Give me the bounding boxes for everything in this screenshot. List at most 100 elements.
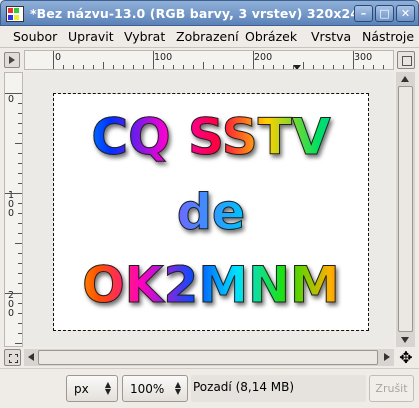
ruler-tick xyxy=(193,65,194,69)
navigate-icon[interactable] xyxy=(397,51,415,69)
canvas-area[interactable]: CQ SSTV de OK2MNM xyxy=(24,72,394,347)
ruler-tick xyxy=(18,123,22,124)
combo-arrows-icon: ▲ ▼ xyxy=(104,380,111,396)
ruler-tick xyxy=(18,253,22,254)
canvas-text-line: CQ SSTV xyxy=(54,112,368,163)
ruler-tick xyxy=(273,65,274,69)
ruler-tick xyxy=(263,65,264,69)
ruler-tick xyxy=(293,65,294,69)
ruler-tick xyxy=(153,51,154,69)
ruler-label: 100 xyxy=(7,190,15,219)
ruler-tick xyxy=(15,143,22,144)
ruler-tick xyxy=(383,65,384,69)
menu-upravit[interactable]: Upravit xyxy=(68,29,114,44)
ruler-tick xyxy=(223,65,224,69)
menu-nastroje[interactable]: Nástroje xyxy=(362,29,414,44)
vertical-scroll-thumb[interactable] xyxy=(398,86,413,332)
ruler-tick xyxy=(18,283,22,284)
ruler-tick xyxy=(18,163,22,164)
ruler-label: 0 xyxy=(55,52,62,63)
ruler-tick xyxy=(18,183,22,184)
scroll-up-icon[interactable] xyxy=(401,76,409,82)
ruler-tick xyxy=(18,173,22,174)
menu-vybrat[interactable]: Vybrat xyxy=(124,29,165,44)
ruler-tick xyxy=(18,263,22,264)
combo-arrows-icon: ▲ ▼ xyxy=(174,380,181,396)
ruler-tick xyxy=(18,203,22,204)
scroll-down-icon[interactable] xyxy=(401,337,409,343)
ruler-tick xyxy=(163,65,164,69)
status-bar: px ▲ ▼ 100% ▲ ▼ Pozadí (8,14 MB) Zrušit xyxy=(0,368,419,408)
ruler-tick xyxy=(18,153,22,154)
move-arrows-icon[interactable]: ✥ xyxy=(397,349,415,367)
quick-mask-icon[interactable] xyxy=(4,349,21,366)
unit-select[interactable]: px ▲ ▼ xyxy=(66,375,118,402)
ruler-tick xyxy=(83,65,84,69)
ruler-tick xyxy=(103,62,104,69)
ruler-label: 200 xyxy=(254,52,273,63)
ruler-tick xyxy=(173,65,174,69)
menu-arrow-icon[interactable] xyxy=(4,52,20,68)
ruler-tick xyxy=(18,273,22,274)
title-bar[interactable]: *Bez názvu-13.0 (RGB barvy, 3 vrstev) 32… xyxy=(0,0,419,26)
ruler-tick xyxy=(143,65,144,69)
ruler-tick xyxy=(373,65,374,69)
scroll-right-icon[interactable] xyxy=(384,353,390,361)
minimize-button[interactable]: – xyxy=(354,5,373,22)
ruler-tick xyxy=(5,93,22,94)
image-canvas[interactable]: CQ SSTV de OK2MNM xyxy=(53,93,369,331)
window-title: *Bez názvu-13.0 (RGB barvy, 3 vrstev) 32… xyxy=(30,6,368,21)
menu-vrstva[interactable]: Vrstva xyxy=(311,29,351,44)
zoom-select[interactable]: 100% ▲ ▼ xyxy=(122,375,188,402)
ruler-tick xyxy=(53,51,54,69)
ruler-tick xyxy=(63,65,64,69)
ruler-tick xyxy=(93,65,94,69)
ruler-tick xyxy=(15,343,22,344)
ruler-tick xyxy=(18,233,22,234)
menu-bar: Soubor Upravit Vybrat Zobrazení Obrázek … xyxy=(0,26,419,48)
ruler-tick xyxy=(15,243,22,244)
ruler-tick xyxy=(233,65,234,69)
ruler-tick xyxy=(283,65,284,69)
vertical-scrollbar[interactable] xyxy=(396,72,415,347)
ruler-tick xyxy=(18,133,22,134)
ruler-tick xyxy=(18,113,22,114)
layer-info: Pozadí (8,14 MB) xyxy=(193,380,295,394)
ruler-tick xyxy=(343,65,344,69)
canvas-text-line: OK2MNM xyxy=(54,260,368,311)
vertical-ruler[interactable]: 0 100 200 xyxy=(4,72,23,347)
close-button[interactable]: ✕ xyxy=(396,5,415,22)
ruler-tick xyxy=(18,313,22,314)
ruler-label: 200 xyxy=(7,290,15,319)
ruler-tick xyxy=(5,293,22,294)
ruler-tick xyxy=(113,65,114,69)
ruler-tick xyxy=(18,213,22,214)
ruler-label: 300 xyxy=(354,52,373,63)
horizontal-scroll-thumb[interactable] xyxy=(38,350,378,365)
gimp-image-icon xyxy=(6,6,24,22)
menu-obrazek[interactable]: Obrázek xyxy=(245,29,297,44)
ruler-tick xyxy=(18,323,22,324)
ruler-tick xyxy=(393,65,394,69)
menu-soubor[interactable]: Soubor xyxy=(13,29,57,44)
ruler-tick xyxy=(333,65,334,69)
horizontal-scrollbar[interactable] xyxy=(24,349,394,366)
ruler-tick xyxy=(303,62,304,69)
ruler-tick xyxy=(323,65,324,69)
ruler-tick xyxy=(123,65,124,69)
scroll-left-icon[interactable] xyxy=(28,353,34,361)
ruler-tick xyxy=(353,51,354,69)
ruler-tick xyxy=(18,333,22,334)
ruler-tick xyxy=(203,62,204,69)
menu-zobrazeni[interactable]: Zobrazení xyxy=(176,29,239,44)
ruler-tick xyxy=(243,65,244,69)
ruler-label: 0 xyxy=(7,94,15,105)
maximize-button[interactable]: □ xyxy=(375,5,394,22)
ruler-tick xyxy=(18,223,22,224)
cancel-button[interactable]: Zrušit xyxy=(369,375,414,402)
ruler-tick xyxy=(313,65,314,69)
ruler-tick xyxy=(73,65,74,69)
horizontal-ruler[interactable]: 0 100 200 300 xyxy=(24,50,394,70)
ruler-tick xyxy=(18,303,22,304)
ruler-tick xyxy=(183,65,184,69)
